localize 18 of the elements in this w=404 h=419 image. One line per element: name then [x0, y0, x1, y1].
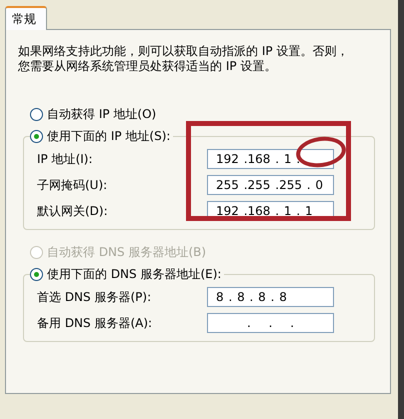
ip-address-field[interactable]: 8 . 8 . 8 . 8: [207, 287, 334, 307]
ip-address-field[interactable]: . . .: [207, 313, 334, 333]
field-label: 首选 DNS 服务器(P):: [37, 288, 152, 306]
description-text: 您需要从网络系统管理员处获得适当的 IP 设置。: [18, 59, 278, 74]
field-label: 子网掩码(U):: [37, 176, 108, 194]
radio-button[interactable]: [30, 130, 43, 142]
radio-label[interactable]: 使用下面的 DNS 服务器地址(E):: [47, 266, 222, 282]
radio-label[interactable]: 自动获得 IP 地址(O): [47, 106, 156, 122]
radio-label[interactable]: 使用下面的 IP 地址(S):: [47, 128, 170, 144]
field-label: 备用 DNS 服务器(A):: [37, 314, 152, 332]
radio-button[interactable]: [30, 268, 43, 280]
field-label: 默认网关(D):: [37, 202, 108, 220]
description-text: 如果网络支持此功能，则可以获取自动指派的 IP 设置。否则，: [18, 44, 350, 59]
radio-button[interactable]: [30, 108, 43, 120]
ip-address-field[interactable]: 255 .255 .255 . 0: [207, 175, 334, 195]
field-label: IP 地址(I):: [37, 150, 93, 168]
ip-address-field[interactable]: 192 .168 . 1 .: [207, 149, 334, 169]
tab[interactable]: 常规: [5, 6, 47, 30]
